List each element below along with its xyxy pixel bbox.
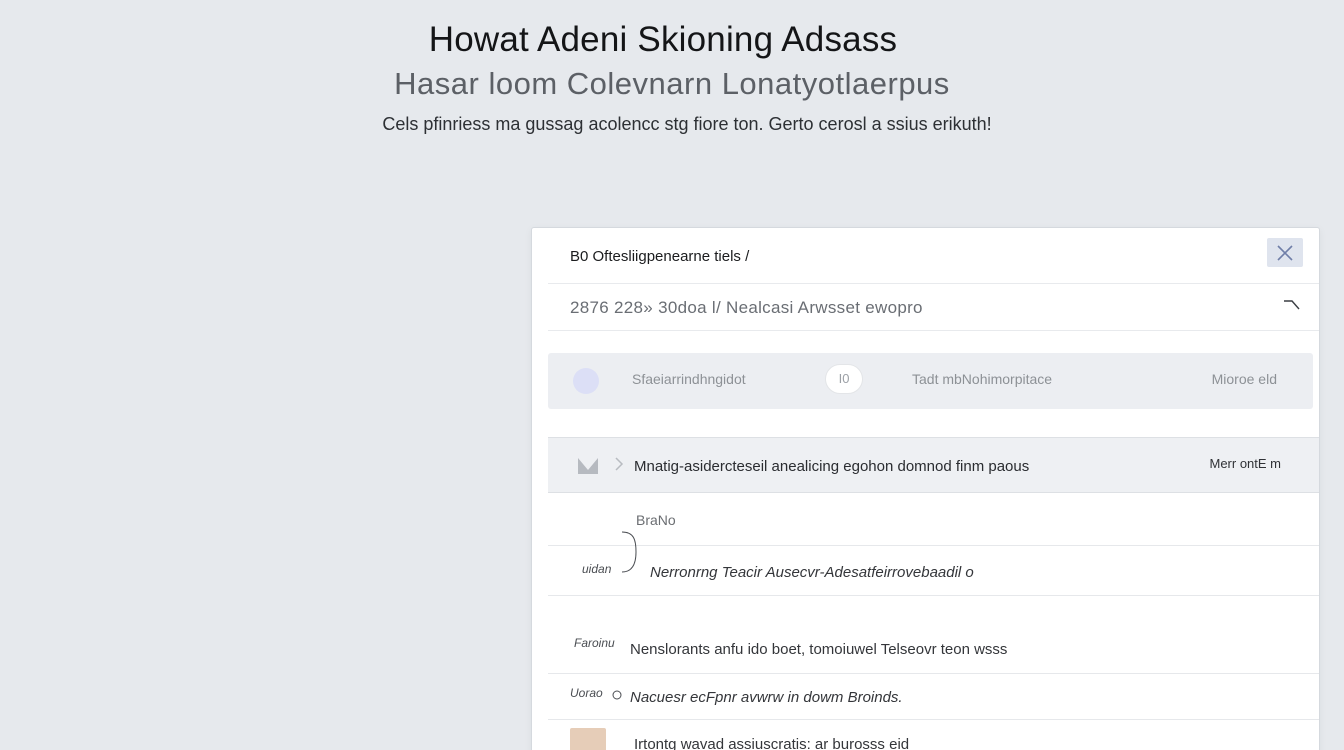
list-item[interactable]: uidan Nerronrng Teacir Ausecvr-Adesatfei… (548, 531, 1319, 596)
toolbar-item-1[interactable]: Sfaeiarrindhngidot (632, 371, 746, 387)
filter-toolbar: Sfaeiarrindhngidot I0 Tadt mbNohimorpita… (548, 353, 1313, 409)
list-item[interactable]: Uorao Nacuesr ecFpnr avwrw in dowm Broin… (548, 674, 1319, 720)
panel-title: B0 Oftesliigpenearne tiels / (570, 248, 750, 265)
list-item[interactable]: Faroinu Nenslorants anfu ido boet, tomoi… (548, 622, 1319, 674)
connector-icon (620, 530, 644, 574)
list-item-label: uidan (582, 562, 612, 576)
toolbar-badge[interactable]: I0 (825, 364, 863, 394)
close-button[interactable] (1267, 238, 1303, 267)
radio-icon[interactable] (612, 690, 622, 700)
sort-icon[interactable] (1283, 298, 1301, 312)
list-item-selected[interactable]: Mnatig-asidercteseil anealicing egohon d… (548, 437, 1319, 493)
page: Howat Adeni Skioning Adsass Hasar loom C… (0, 0, 1344, 750)
list-item[interactable]: Irtontg wavad assiuscratis: ar burosss e… (548, 720, 1319, 750)
page-description: Cels pfinriess ma gussag acolencc stg fi… (382, 114, 992, 134)
list-item-text: Nerronrng Teacir Ausecvr-Adesatfeirroveb… (650, 564, 974, 581)
list-item-label: BraNo (636, 512, 676, 528)
close-icon (1275, 243, 1295, 263)
filter-icon[interactable] (573, 368, 599, 394)
panel-header: B0 Oftesliigpenearne tiels / (532, 228, 1319, 283)
toolbar-item-4[interactable]: Mioroe eld (1212, 371, 1277, 387)
list-item-text: Mnatig-asidercteseil anealicing egohon d… (634, 458, 1030, 475)
list-item-meta: Merr ontE m (1209, 456, 1281, 471)
list-item[interactable]: BraNo (548, 494, 1319, 546)
search-bar[interactable]: 2876 228» 30doa l/ Nealcasi Arwsset ewop… (548, 283, 1319, 331)
thumbnail-image (570, 728, 606, 750)
toolbar-badge-label: I0 (838, 371, 850, 386)
list-item-text: Nenslorants anfu ido boet, tomoiuwel Tel… (630, 641, 1008, 658)
list-item-text: Irtontg wavad assiuscratis: ar burosss e… (634, 736, 910, 750)
dialog-panel: B0 Oftesliigpenearne tiels / 2876 228» 3… (531, 227, 1320, 750)
chevron-right-icon (614, 456, 624, 472)
search-text: 2876 228» 30doa l/ Nealcasi Arwsset ewop… (570, 298, 923, 317)
toolbar-item-3[interactable]: Tadt mbNohimorpitace (912, 371, 1052, 387)
page-subtitle: Hasar loom Colevnarn Lonatyotlaerpus (394, 66, 950, 101)
page-title: Howat Adeni Skioning Adsass (428, 20, 898, 59)
folder-icon (576, 454, 600, 476)
list-item-label: Faroinu (574, 636, 615, 650)
list-item-label: Uorao (570, 686, 603, 700)
list-item-text: Nacuesr ecFpnr avwrw in dowm Broinds. (630, 689, 903, 706)
